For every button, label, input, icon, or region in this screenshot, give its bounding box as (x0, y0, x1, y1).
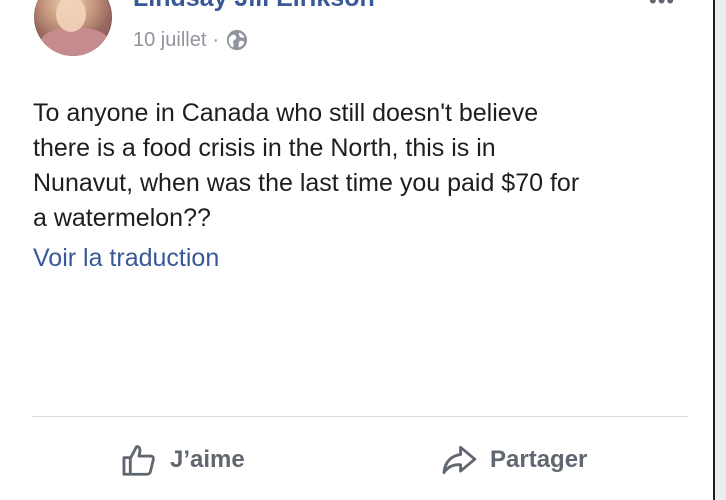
like-button[interactable]: J’aime (120, 432, 245, 488)
post-text: To anyone in Canada who still doesn't be… (33, 96, 693, 236)
share-arrow-icon (442, 445, 477, 475)
post-text-line: a watermelon?? (33, 204, 211, 232)
like-label: J’aime (170, 446, 245, 473)
see-translation-link[interactable]: Voir la traduction (33, 241, 219, 276)
globe-icon[interactable] (226, 29, 248, 51)
post-meta: 10 juillet · (133, 27, 248, 53)
author-name-link[interactable]: Lindsay Jill Eirikson (133, 0, 375, 13)
share-label: Partager (490, 446, 588, 473)
post-date[interactable]: 10 juillet (133, 29, 206, 52)
post-text-line: there is a food crisis in the North, thi… (33, 134, 496, 162)
author-avatar[interactable] (34, 0, 112, 56)
more-options-icon[interactable]: ••• (649, 0, 675, 14)
post-text-line: To anyone in Canada who still doesn't be… (33, 99, 539, 127)
thumbs-up-icon (122, 445, 155, 476)
avatar-shirt (40, 28, 110, 56)
actions-divider (32, 416, 688, 417)
facebook-post: Lindsay Jill Eirikson ••• 10 juillet · T… (0, 0, 726, 500)
meta-separator: · (212, 28, 220, 51)
post-text-line: Nunavut, when was the last time you paid… (33, 169, 580, 197)
window-edge-shadow (715, 0, 726, 500)
share-button[interactable]: Partager (440, 432, 587, 488)
